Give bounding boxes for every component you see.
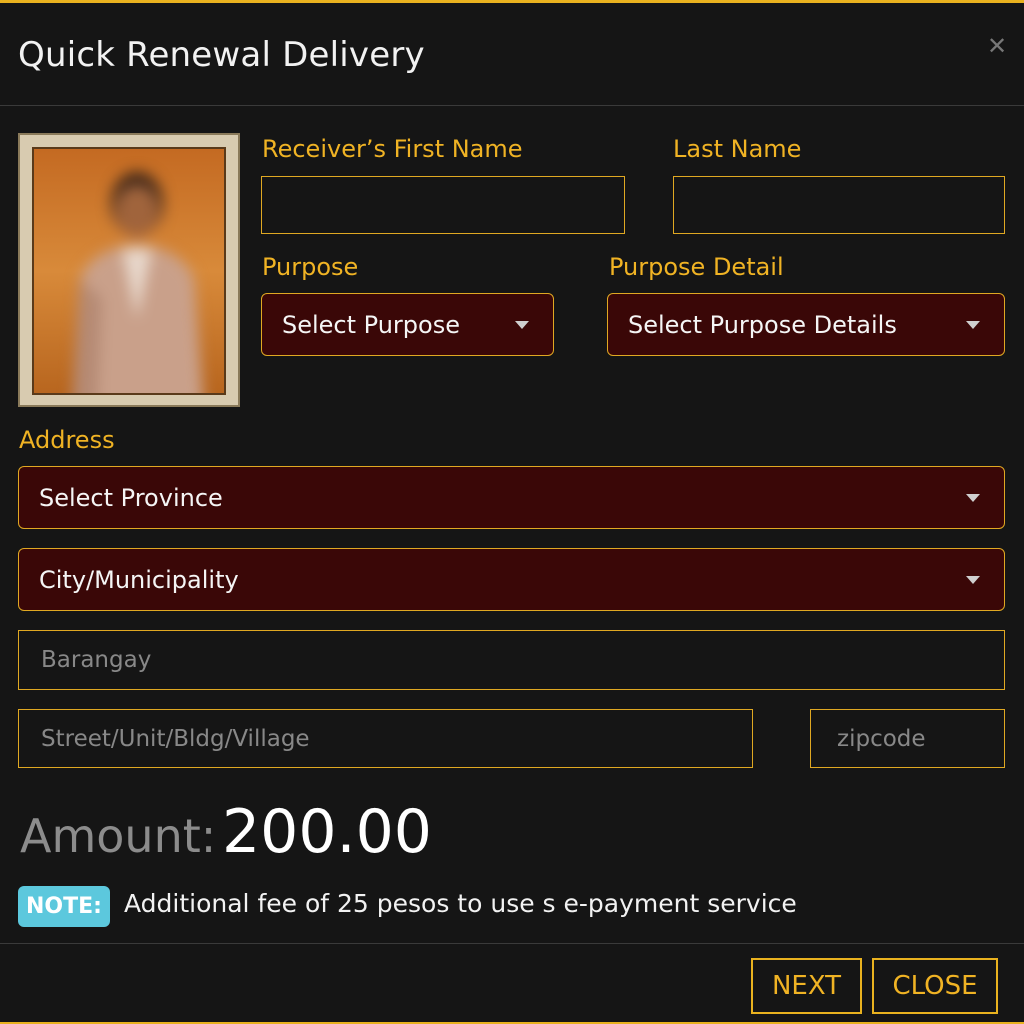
purpose-detail-select[interactable]: Select Purpose Details	[607, 293, 1005, 356]
person-silhouette	[72, 172, 203, 393]
street-placeholder: Street/Unit/Bldg/Village	[41, 725, 310, 752]
note-badge: NOTE:	[18, 886, 110, 927]
zipcode-input[interactable]: zipcode	[810, 709, 1005, 768]
purpose-label: Purpose	[262, 253, 359, 281]
province-select-value: Select Province	[39, 483, 223, 512]
note-text: Additional fee of 25 pesos to use s e-pa…	[124, 889, 797, 918]
footer-divider	[0, 943, 1024, 944]
modal-title: Quick Renewal Delivery	[18, 35, 425, 75]
purpose-detail-label: Purpose Detail	[609, 253, 784, 281]
purpose-detail-select-value: Select Purpose Details	[628, 310, 897, 339]
barangay-placeholder: Barangay	[41, 647, 152, 673]
address-label: Address	[19, 426, 115, 454]
chevron-down-icon	[966, 493, 980, 502]
receiver-photo	[18, 133, 240, 407]
chevron-down-icon	[966, 575, 980, 584]
close-icon[interactable]: ✕	[986, 34, 1008, 58]
purpose-select[interactable]: Select Purpose	[261, 293, 554, 356]
province-select[interactable]: Select Province	[18, 466, 1005, 529]
amount-label: Amount:	[20, 809, 217, 863]
close-button[interactable]: CLOSE	[872, 958, 998, 1014]
last-name-input[interactable]	[673, 176, 1005, 234]
next-button[interactable]: NEXT	[751, 958, 862, 1014]
quick-renewal-modal: Quick Renewal Delivery ✕ Receiver’s Firs…	[0, 0, 1024, 1024]
last-name-label: Last Name	[673, 135, 802, 163]
street-input[interactable]: Street/Unit/Bldg/Village	[18, 709, 753, 768]
purpose-select-value: Select Purpose	[282, 310, 460, 339]
city-select[interactable]: City/Municipality	[18, 548, 1005, 611]
modal-header: Quick Renewal Delivery ✕	[0, 3, 1024, 106]
amount-value: 200.00	[222, 797, 432, 867]
first-name-label: Receiver’s First Name	[262, 135, 523, 163]
chevron-down-icon	[966, 320, 980, 329]
photo-image	[32, 147, 226, 395]
chevron-down-icon	[515, 320, 529, 329]
barangay-input[interactable]: Barangay	[18, 630, 1005, 690]
city-select-value: City/Municipality	[39, 565, 239, 594]
first-name-input[interactable]	[261, 176, 625, 234]
zipcode-placeholder: zipcode	[837, 725, 926, 752]
